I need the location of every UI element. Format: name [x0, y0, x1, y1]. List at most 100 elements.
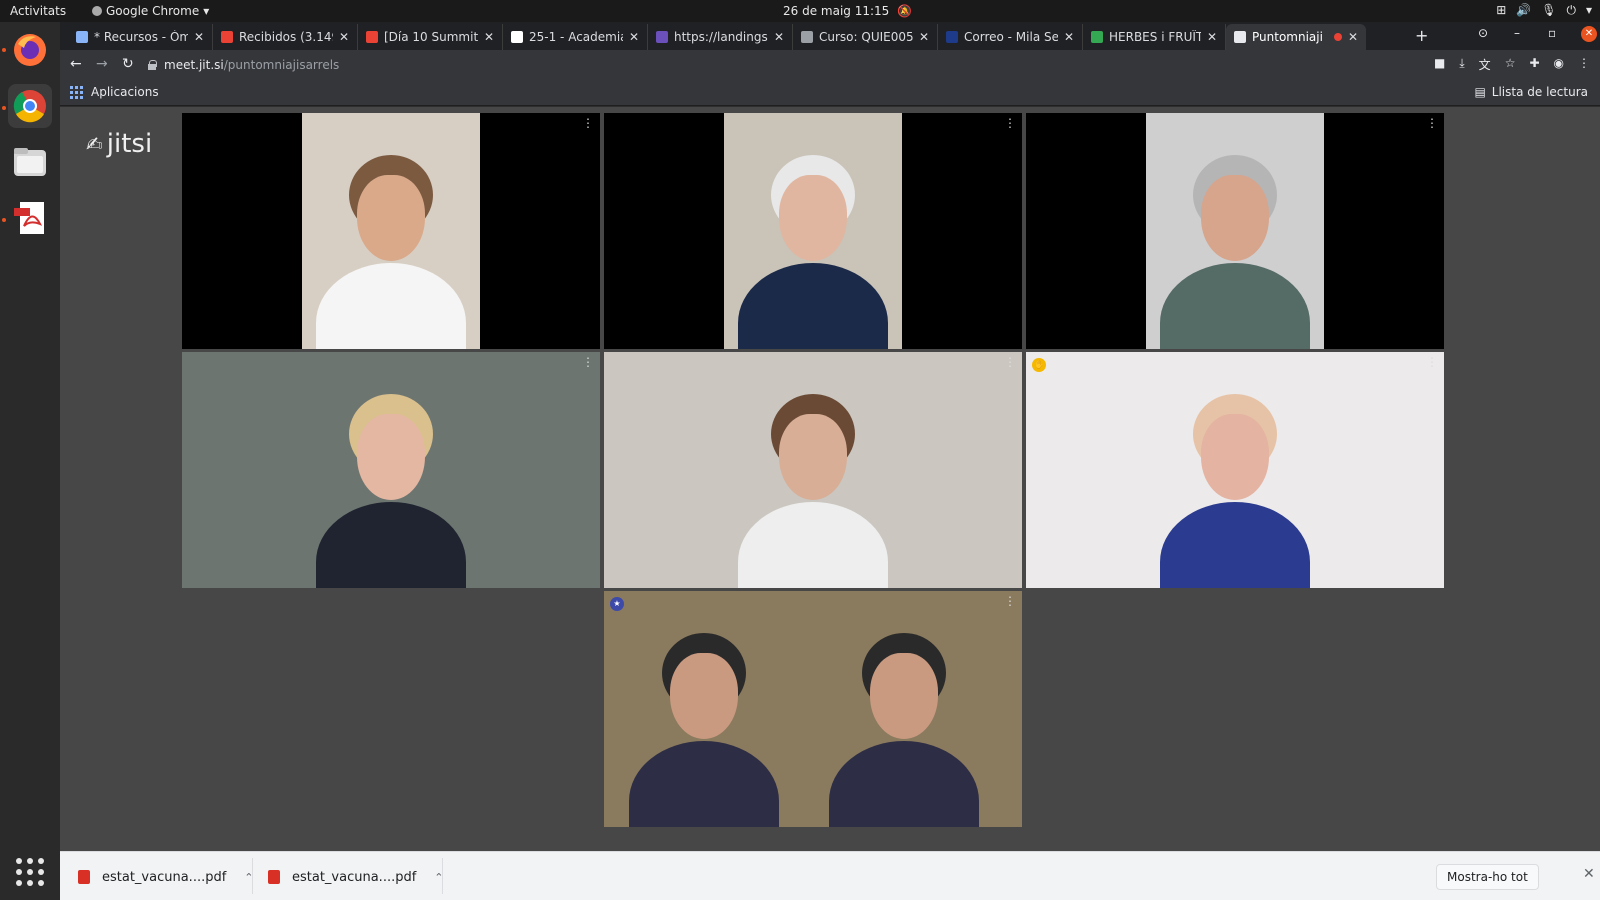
browser-tab[interactable]: [Día 10 Summit P ✕	[358, 24, 503, 50]
new-tab-button[interactable]: +	[1415, 26, 1428, 45]
browser-tab[interactable]: Recibidos (3.149) ✕	[213, 24, 358, 50]
browser-tab[interactable]: HERBES i FRUÏTS ✕	[1083, 24, 1226, 50]
reading-list-button[interactable]: ▤ Llista de lectura	[1474, 85, 1588, 99]
apps-label: Aplicacions	[91, 85, 159, 99]
tile-menu-icon[interactable]: ⋮	[582, 356, 594, 368]
close-tab-icon[interactable]: ✕	[919, 30, 929, 44]
close-tab-icon[interactable]: ✕	[629, 30, 639, 44]
close-tab-icon[interactable]: ✕	[774, 30, 784, 44]
browser-tab[interactable]: Curso: QUIE005 ✕	[793, 24, 938, 50]
address-bar[interactable]: meet.jit.si/puntomniajisarrels	[148, 53, 1368, 77]
app-menu[interactable]: Google Chrome ▾	[92, 4, 209, 18]
menu-kebab-icon[interactable]: ⋮	[1578, 56, 1590, 73]
profile-avatar-icon[interactable]: ◉	[1554, 56, 1564, 73]
participant-video-tile[interactable]: ⋮	[182, 113, 600, 349]
tile-menu-icon[interactable]: ⋮	[582, 117, 594, 129]
tile-menu-icon[interactable]: ⋮	[1004, 595, 1016, 607]
participant-video-tile[interactable]: ⋮	[604, 113, 1022, 349]
close-downloads-bar-button[interactable]: ✕	[1583, 866, 1595, 882]
tile-menu-icon[interactable]: ⋮	[1426, 356, 1438, 368]
tile-menu-icon[interactable]: ⋮	[1004, 356, 1016, 368]
participant-face	[357, 414, 425, 500]
firefox-icon	[14, 34, 46, 66]
tab-search-icon[interactable]: ⊙	[1478, 26, 1488, 40]
minimize-button[interactable]: –	[1514, 26, 1520, 40]
loading-icon	[76, 31, 88, 43]
jitsi-logo-text: jitsi	[106, 129, 153, 159]
download-item[interactable]: estat_vacuna....pdf ⌃	[78, 863, 254, 891]
participant-video-tile[interactable]: ⋮ ✋	[1026, 352, 1444, 588]
jitsi-logo: ✍ jitsi	[86, 129, 152, 159]
pdf-viewer-launcher[interactable]	[8, 196, 52, 240]
download-filename: estat_vacuna....pdf	[292, 869, 417, 885]
gmail-icon	[366, 31, 378, 43]
browser-tab[interactable]: Correo - Mila Ser ✕	[938, 24, 1083, 50]
tab-title: [Día 10 Summit P	[384, 30, 478, 44]
page-icon	[656, 31, 668, 43]
system-tray[interactable]: ⊞ 🔊 🎙 ⏻ ▾	[1496, 3, 1592, 18]
outlook-icon	[946, 31, 958, 43]
files-launcher[interactable]	[8, 140, 52, 184]
downloads-bar: estat_vacuna....pdf ⌃ estat_vacuna....pd…	[60, 851, 1600, 900]
chevron-down-icon: ▾	[203, 4, 210, 18]
participant-video-tile[interactable]: ⋮	[182, 352, 600, 588]
browser-tab[interactable]: * Recursos - Òmn ✕	[68, 24, 213, 50]
activities-button[interactable]: Activitats	[10, 4, 66, 18]
tile-menu-icon[interactable]: ⋮	[1426, 117, 1438, 129]
participant-video-tile[interactable]: ⋮ ★	[604, 591, 1022, 827]
forward-button[interactable]: →	[96, 56, 108, 72]
reading-list-label: Llista de lectura	[1491, 85, 1588, 99]
close-tab-icon[interactable]: ✕	[484, 30, 494, 44]
tab-title: https://landings	[674, 30, 768, 44]
participant-face	[1201, 414, 1269, 500]
clock[interactable]: 26 de maig 11:15 🔕	[783, 4, 912, 18]
participant-face	[779, 175, 847, 261]
chrome-launcher[interactable]	[8, 84, 52, 128]
close-window-button[interactable]: ✕	[1581, 26, 1597, 42]
participant-video-tile[interactable]: ⋮	[1026, 113, 1444, 349]
translate-icon[interactable]: 文	[1479, 56, 1491, 73]
running-indicator	[2, 48, 6, 52]
doc-icon	[511, 31, 523, 43]
bookmark-star-icon[interactable]: ☆	[1505, 56, 1516, 73]
gnome-top-bar: Activitats Google Chrome ▾ 26 de maig 11…	[0, 0, 1600, 22]
participant-face	[870, 653, 938, 739]
show-all-downloads-button[interactable]: Mostra-ho tot	[1436, 864, 1539, 890]
firefox-launcher[interactable]	[8, 28, 52, 72]
tab-title: 25-1 - Academia F	[529, 30, 623, 44]
dock	[0, 22, 60, 900]
back-button[interactable]: ←	[70, 56, 82, 72]
close-tab-icon[interactable]: ✕	[339, 30, 349, 44]
extensions-icon[interactable]: ✚	[1529, 56, 1539, 73]
camera-in-use-icon[interactable]: ■	[1434, 56, 1445, 73]
apps-grid-icon	[70, 85, 83, 99]
tab-title: Puntomniaji	[1252, 30, 1323, 44]
recording-indicator-icon	[1333, 33, 1342, 41]
moderator-star-icon: ★	[610, 597, 624, 611]
close-tab-icon[interactable]: ✕	[1348, 30, 1358, 44]
apps-shortcut[interactable]: Aplicacions	[70, 85, 159, 99]
browser-tab[interactable]: https://landings ✕	[648, 24, 793, 50]
browser-toolbar: ← → ↻ meet.jit.si/puntomniajisarrels ■ ⤓…	[60, 50, 1600, 80]
reading-list-icon: ▤	[1474, 85, 1486, 99]
close-tab-icon[interactable]: ✕	[1207, 30, 1217, 44]
url-path: /puntomniajisarrels	[223, 58, 340, 72]
tile-menu-icon[interactable]: ⋮	[1004, 117, 1016, 129]
close-tab-icon[interactable]: ✕	[194, 30, 204, 44]
browser-tab[interactable]: 25-1 - Academia F ✕	[503, 24, 648, 50]
maximize-button[interactable]: ▫	[1548, 26, 1556, 40]
download-item[interactable]: estat_vacuna....pdf ⌃	[268, 863, 444, 891]
install-app-icon[interactable]: ⤓	[1459, 56, 1464, 73]
pdf-file-icon	[78, 870, 90, 884]
pdf-file-icon	[268, 870, 280, 884]
reload-button[interactable]: ↻	[122, 56, 134, 72]
participant-video-tile[interactable]: ⋮	[604, 352, 1022, 588]
browser-tab[interactable]: Puntomniaji ✕	[1226, 24, 1366, 50]
tab-title: Curso: QUIE005	[819, 30, 913, 44]
close-tab-icon[interactable]: ✕	[1064, 30, 1074, 44]
show-applications-icon[interactable]	[16, 858, 44, 886]
jitsi-icon	[1234, 31, 1246, 43]
gmail-icon	[221, 31, 233, 43]
running-indicator	[2, 106, 6, 110]
running-indicator	[2, 218, 6, 222]
